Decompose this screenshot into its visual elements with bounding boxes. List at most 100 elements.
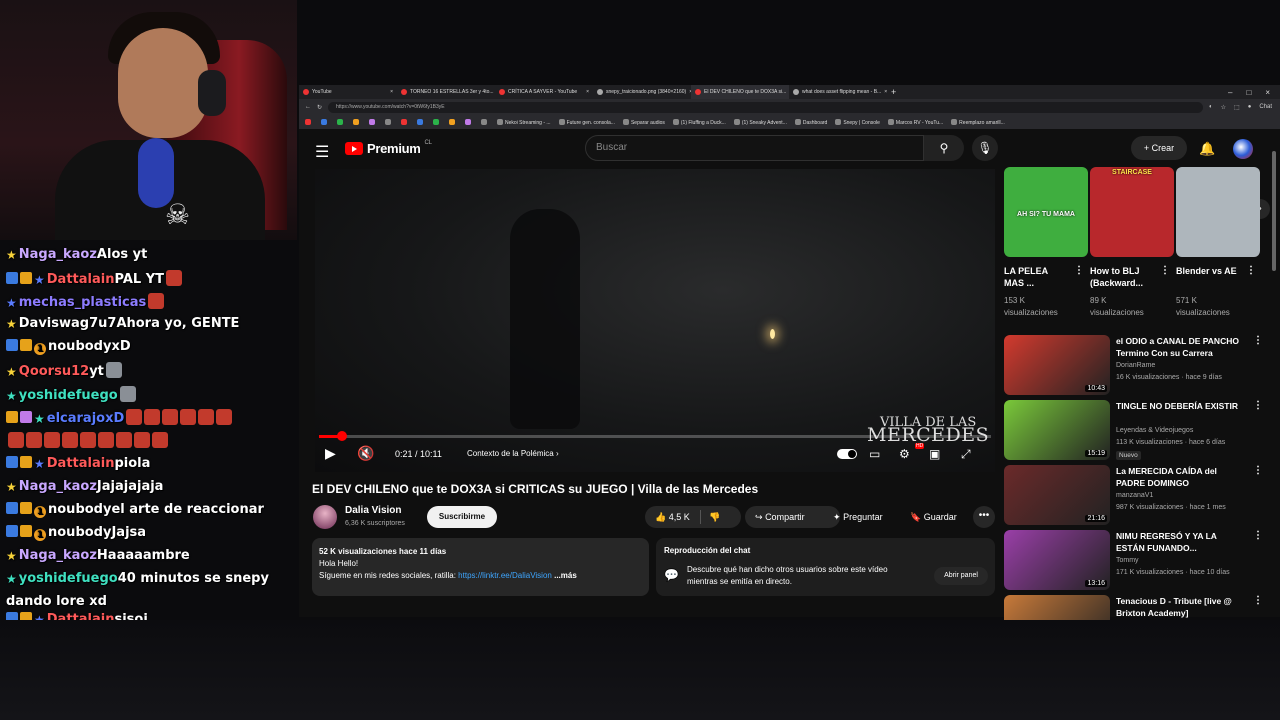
- channel-name[interactable]: Leyendas & Videojuegos: [1116, 427, 1193, 434]
- create-button[interactable]: + Crear: [1131, 136, 1187, 160]
- browser-tab[interactable]: CRÍTICA A SAYVER - YouTube ×: [495, 85, 593, 99]
- new-tab-icon[interactable]: +: [891, 87, 896, 97]
- description-box[interactable]: 52 K visualizaciones hace 11 días Hola H…: [312, 538, 649, 596]
- video-title-link[interactable]: Tenacious D - Tribute [live @ Brixton Ac…: [1116, 595, 1244, 619]
- bookmark-item[interactable]: (1) Fluffing a Duck...: [672, 118, 726, 126]
- bookmark-item[interactable]: Snepy | Console: [835, 118, 880, 126]
- progress-knob[interactable]: [336, 431, 347, 441]
- search-icon[interactable]: ⚲: [924, 135, 964, 161]
- fullscreen-icon[interactable]: ⤢: [961, 447, 971, 462]
- close-tab-icon[interactable]: ×: [586, 89, 589, 95]
- settings-icon[interactable]: ⚙: [899, 447, 910, 461]
- bookmark-favicon-icon[interactable]: [401, 119, 407, 125]
- short-thumbnail[interactable]: STAIRCASE: [1090, 167, 1174, 257]
- subtitles-icon[interactable]: ▭: [869, 447, 880, 461]
- search-input[interactable]: Buscar: [585, 135, 924, 161]
- menu-icon[interactable]: ☰: [315, 142, 329, 162]
- bookmark-favicon-icon[interactable]: [449, 119, 455, 125]
- translate-icon[interactable]: ◐: [1209, 104, 1213, 111]
- more-options-icon[interactable]: ⋮: [1253, 530, 1263, 541]
- video-thumbnail[interactable]: 21:16: [1004, 465, 1110, 525]
- reload-icon[interactable]: ↻: [317, 104, 322, 111]
- profile-icon[interactable]: ●: [1248, 104, 1252, 111]
- bookmark-item[interactable]: Reemplazo amarill...: [951, 118, 1005, 126]
- video-thumbnail[interactable]: 15:19: [1004, 400, 1110, 460]
- bookmark-star-icon[interactable]: ☆: [1221, 104, 1226, 111]
- channel-name[interactable]: Dalia Vision: [345, 505, 402, 516]
- browser-tab[interactable]: TORNEO 16 ESTRELLAS 3er y 4to...×: [397, 85, 495, 99]
- recommended-video[interactable]: 13:16 NIMU REGRESÓ Y YA LA ESTÁN FUNANDO.…: [1004, 530, 1264, 590]
- bookmark-favicon-icon[interactable]: [337, 119, 343, 125]
- chapter-button[interactable]: Contexto de la Polémica ›: [467, 449, 559, 458]
- browser-tab[interactable]: snepy_traicionado.png (3840×2160)×: [593, 85, 691, 99]
- more-options-icon[interactable]: ⋮: [1160, 265, 1170, 276]
- short-thumbnail[interactable]: AH SI? TU MAMA: [1004, 167, 1088, 257]
- ask-button[interactable]: ✦ Preguntar: [823, 506, 895, 528]
- bookmark-item[interactable]: Future gen. consola...: [558, 118, 615, 126]
- bell-icon[interactable]: 🔔: [1199, 141, 1215, 157]
- bookmark-item[interactable]: Dashboard: [794, 118, 827, 126]
- bookmark-favicon-icon[interactable]: [305, 119, 311, 125]
- like-button[interactable]: 👍 4,5 K: [655, 512, 690, 522]
- voice-search-icon[interactable]: 🎙: [972, 135, 998, 161]
- recommended-video[interactable]: 21:16 La MERECIDA CAÍDA del PADRE DOMINGO…: [1004, 465, 1264, 525]
- chat-button[interactable]: Chat: [1259, 104, 1272, 111]
- bookmark-favicon-icon[interactable]: [385, 119, 391, 125]
- short-item[interactable]: Blender vs AE 571 K visualizaciones ⋮: [1176, 167, 1260, 319]
- channel-avatar[interactable]: [313, 505, 337, 529]
- video-thumbnail[interactable]: 13:16: [1004, 530, 1110, 590]
- scrollbar[interactable]: [1272, 151, 1276, 271]
- show-more-button[interactable]: ...más: [554, 571, 577, 580]
- more-options-icon[interactable]: ⋮: [1253, 335, 1263, 346]
- browser-tab[interactable]: what does asset flipping mean - B... ×: [789, 85, 887, 99]
- close-tab-icon[interactable]: ×: [390, 89, 393, 95]
- video-title-link[interactable]: NIMU REGRESÓ Y YA LA ESTÁN FUNANDO...: [1116, 530, 1244, 554]
- bookmark-item[interactable]: Separar audios: [622, 118, 665, 126]
- minimize-icon[interactable]: –: [1228, 88, 1232, 97]
- bookmark-favicon-icon[interactable]: [465, 119, 471, 125]
- close-icon[interactable]: ×: [1265, 88, 1270, 97]
- url-field[interactable]: https://www.youtube.com/watch?v=0tW6fy1B…: [328, 101, 1203, 113]
- bookmark-item[interactable]: Marcos RV - YouTu...: [887, 118, 943, 126]
- video-thumbnail[interactable]: 10:43: [1004, 335, 1110, 395]
- video-player[interactable]: VILLA DE LAS MERCEDES ▶ 🔇 0:21 / 10:11 C…: [315, 169, 995, 472]
- channel-name[interactable]: manzanaV1: [1116, 492, 1153, 499]
- short-title[interactable]: LA PELEA MAS ...: [1004, 265, 1070, 293]
- youtube-logo[interactable]: Premium CL: [345, 140, 432, 156]
- bookmark-favicon-icon[interactable]: [369, 119, 375, 125]
- video-title-link[interactable]: TINGLE NO DEBERÍA EXISTIR: [1116, 400, 1244, 412]
- maximize-icon[interactable]: □: [1246, 88, 1251, 97]
- bookmark-favicon-icon[interactable]: [481, 119, 487, 125]
- short-item[interactable]: STAIRCASE How to BLJ (Backward... 89 K vis…: [1090, 167, 1174, 319]
- channel-name[interactable]: Tommy: [1116, 557, 1139, 564]
- bookmark-favicon-icon[interactable]: [353, 119, 359, 125]
- back-icon[interactable]: ←: [305, 104, 311, 110]
- close-tab-icon[interactable]: ×: [884, 89, 887, 95]
- short-title[interactable]: How to BLJ (Backward...: [1090, 265, 1156, 293]
- more-actions-icon[interactable]: •••: [973, 506, 995, 528]
- description-link[interactable]: https://linktr.ee/DaliaVision: [458, 571, 552, 580]
- bookmark-favicon-icon[interactable]: [321, 119, 327, 125]
- extensions-icon[interactable]: ⬚: [1234, 104, 1240, 111]
- play-icon[interactable]: ▶: [325, 445, 336, 462]
- recommended-video[interactable]: 15:19 TINGLE NO DEBERÍA EXISTIR Leyendas &…: [1004, 400, 1264, 460]
- theater-mode-icon[interactable]: ▣: [929, 447, 940, 461]
- recommended-video[interactable]: 10:43 el ODIO a CANAL DE PANCHO Termino C…: [1004, 335, 1264, 395]
- dislike-icon[interactable]: 👎: [709, 506, 720, 528]
- bookmark-favicon-icon[interactable]: [417, 119, 423, 125]
- more-options-icon[interactable]: ⋮: [1253, 465, 1263, 476]
- mute-icon[interactable]: 🔇: [357, 445, 374, 462]
- bookmark-item[interactable]: (1) Sneaky Advent...: [733, 118, 787, 126]
- avatar[interactable]: [1233, 139, 1253, 159]
- progress-bar[interactable]: [319, 431, 991, 441]
- more-options-icon[interactable]: ⋮: [1253, 400, 1263, 411]
- bookmark-favicon-icon[interactable]: [433, 119, 439, 125]
- subscribe-button[interactable]: Suscribirme: [427, 506, 497, 528]
- short-item[interactable]: AH SI? TU MAMA LA PELEA MAS ... 153 K visu…: [1004, 167, 1088, 319]
- channel-name[interactable]: DorianRame: [1116, 362, 1155, 369]
- video-title-link[interactable]: La MERECIDA CAÍDA del PADRE DOMINGO: [1116, 465, 1244, 489]
- browser-tab[interactable]: YouTube ×: [299, 85, 397, 99]
- bookmark-item[interactable]: Nekoi Streaming - ...: [497, 118, 551, 126]
- more-options-icon[interactable]: ⋮: [1246, 265, 1256, 276]
- video-title-link[interactable]: el ODIO a CANAL DE PANCHO Termino Con su…: [1116, 335, 1244, 359]
